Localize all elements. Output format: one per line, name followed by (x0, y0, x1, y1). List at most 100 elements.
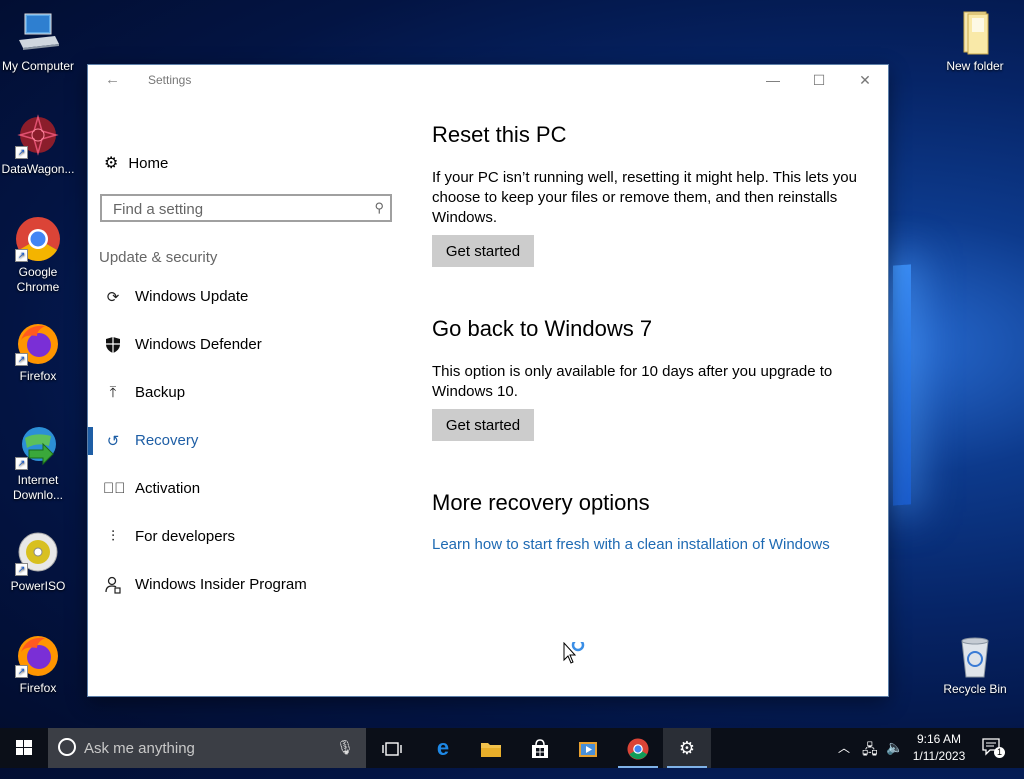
nav-item-windows-defender[interactable]: Windows Defender (88, 323, 408, 367)
taskbar-edge[interactable]: e (419, 728, 467, 768)
desktop-icon-label: Recycle Bin (943, 682, 1007, 696)
close-button[interactable]: ✕ (842, 65, 888, 95)
nav-item-label: Activation (135, 480, 201, 497)
edge-icon: e (436, 735, 450, 760)
section-heading: Update & security (99, 249, 218, 266)
computer-icon (15, 10, 61, 56)
back-arrow-icon[interactable]: ← (105, 71, 120, 88)
desktop-icon-label: Firefox (19, 681, 57, 695)
taskbar-media-player[interactable] (564, 728, 612, 768)
desktop-icon-label: New folder (946, 59, 1004, 73)
datawagon-icon: ↗ (15, 113, 61, 159)
maximize-button[interactable]: ☐ (796, 65, 842, 95)
desktop-icon-firefox[interactable]: ↗ Firefox (0, 320, 76, 384)
chrome-icon (627, 738, 649, 760)
store-icon (532, 739, 548, 759)
taskbar: Ask me anything 🎙 e ⚙ ︿ 🖧 🔈 9:16 AM 1/11… (0, 728, 1024, 768)
search-box[interactable]: ⚲ (100, 194, 392, 222)
nav-item-label: Windows Insider Program (135, 576, 307, 593)
clock[interactable]: 9:16 AM 1/11/2023 (904, 731, 974, 765)
nav-item-recovery[interactable]: ↺ Recovery (88, 419, 408, 463)
active-indicator (88, 427, 93, 455)
taskbar-search-box[interactable]: Ask me anything 🎙 (48, 728, 366, 768)
volume-icon[interactable]: 🔈 (886, 739, 903, 779)
taskbar-settings[interactable]: ⚙ (663, 728, 711, 768)
desktop-icon-label: PowerISO (10, 579, 66, 593)
nav-item-label: Windows Update (135, 288, 249, 305)
settings-nav: ⚙ Home ⚲ Update & security ⟳ Windows Upda… (88, 95, 408, 696)
clock-time: 9:16 AM (916, 732, 962, 746)
nav-item-backup[interactable]: ⤒ Backup (88, 371, 408, 415)
firefox-icon: ↗ (15, 320, 61, 366)
chrome-icon: ↗ (15, 216, 61, 262)
sync-icon: ⟳ (106, 289, 120, 306)
nav-item-activation[interactable]: ✓⃝ Activation (88, 467, 408, 511)
desktop-icon-chrome[interactable]: ↗ Google Chrome (0, 216, 76, 295)
search-icon[interactable]: ⚲ (374, 200, 384, 216)
goback-get-started-button[interactable]: Get started (432, 409, 534, 441)
backup-arrow-icon: ⤒ (109, 384, 117, 401)
settings-window: ← Settings — ☐ ✕ ⚙ Home ⚲ Update & securi… (88, 65, 888, 696)
task-view-button[interactable] (368, 728, 416, 768)
reset-description: If your PC isn’t running well, resetting… (432, 169, 857, 226)
gear-icon: ⚙ (104, 155, 119, 172)
shield-icon (103, 336, 123, 356)
desktop-icon-label: My Computer (1, 59, 75, 73)
folder-icon (481, 743, 501, 758)
taskbar-file-explorer[interactable] (467, 728, 515, 768)
insider-icon (103, 576, 123, 596)
desktop-icon-recycle-bin[interactable]: Recycle Bin (937, 633, 1013, 697)
desktop-icon-my-computer[interactable]: My Computer (0, 10, 76, 74)
recovery-content: Reset this PC If your PC isn’t running w… (432, 95, 868, 696)
task-view-icon (382, 742, 402, 756)
reset-get-started-button[interactable]: Get started (432, 235, 534, 267)
clock-date: 1/11/2023 (912, 749, 966, 763)
desktop-icon-internet-download[interactable]: ↗ Internet Downlo... (0, 424, 76, 503)
desktop-icon-poweriso[interactable]: ↗ PowerISO (0, 530, 76, 594)
desktop-icon-datawagon[interactable]: ↗ DataWagon... (0, 113, 76, 177)
desktop-icon-label: Firefox (19, 369, 57, 383)
nav-home[interactable]: ⚙ Home (104, 153, 168, 173)
desktop-icon-label: Google Chrome (16, 265, 60, 294)
nav-item-label: Recovery (135, 432, 199, 449)
poweriso-icon: ↗ (15, 530, 61, 576)
window-title: Settings (148, 73, 192, 87)
recycle-bin-icon (952, 633, 998, 679)
goback-description: This option is only available for 10 day… (432, 363, 833, 400)
taskbar-search-text: Ask me anything (84, 740, 195, 757)
start-button[interactable] (0, 728, 48, 768)
taskbar-chrome[interactable] (614, 728, 662, 768)
action-center-button[interactable]: 1 (982, 738, 1006, 758)
idm-icon: ↗ (15, 424, 61, 470)
nav-item-for-developers[interactable]: ⫶ For developers (88, 515, 408, 559)
show-hidden-icons-chevron-icon[interactable]: ︿ (838, 739, 850, 779)
history-icon: ↺ (106, 433, 120, 450)
search-input[interactable] (111, 200, 365, 219)
nav-item-label: Backup (135, 384, 186, 401)
clean-install-link[interactable]: Learn how to start fresh with a clean in… (432, 536, 830, 553)
busy-cursor-icon (563, 638, 591, 671)
reset-heading: Reset this PC (432, 122, 567, 147)
nav-item-label: For developers (135, 528, 236, 545)
minimize-button[interactable]: — (750, 65, 796, 95)
tools-icon: ⫶ (111, 528, 115, 545)
desktop-icon-firefox-2[interactable]: ↗ Firefox (0, 632, 76, 696)
more-options-heading: More recovery options (432, 490, 650, 515)
taskbar-store[interactable] (516, 728, 564, 768)
nav-item-windows-update[interactable]: ⟳ Windows Update (88, 275, 408, 319)
nav-home-label: Home (128, 155, 169, 172)
nav-item-windows-insider[interactable]: Windows Insider Program (88, 563, 408, 607)
check-circle-icon: ✓⃝ (103, 480, 126, 497)
firefox-icon: ↗ (15, 632, 61, 678)
desktop-icon-new-folder[interactable]: New folder (937, 10, 1013, 74)
goback-heading: Go back to Windows 7 (432, 316, 653, 341)
gear-icon: ⚙ (678, 738, 696, 758)
desktop-icon-label: DataWagon... (1, 162, 75, 176)
microphone-icon[interactable]: 🎙 (336, 739, 354, 756)
wallpaper-glow (893, 264, 911, 506)
desktop-icon-label: Internet Downlo... (12, 473, 64, 502)
network-icon[interactable]: 🖧 (862, 739, 878, 779)
windows-logo-icon (16, 740, 32, 755)
title-bar[interactable]: ← Settings — ☐ ✕ (88, 65, 888, 95)
folder-icon (952, 10, 998, 56)
